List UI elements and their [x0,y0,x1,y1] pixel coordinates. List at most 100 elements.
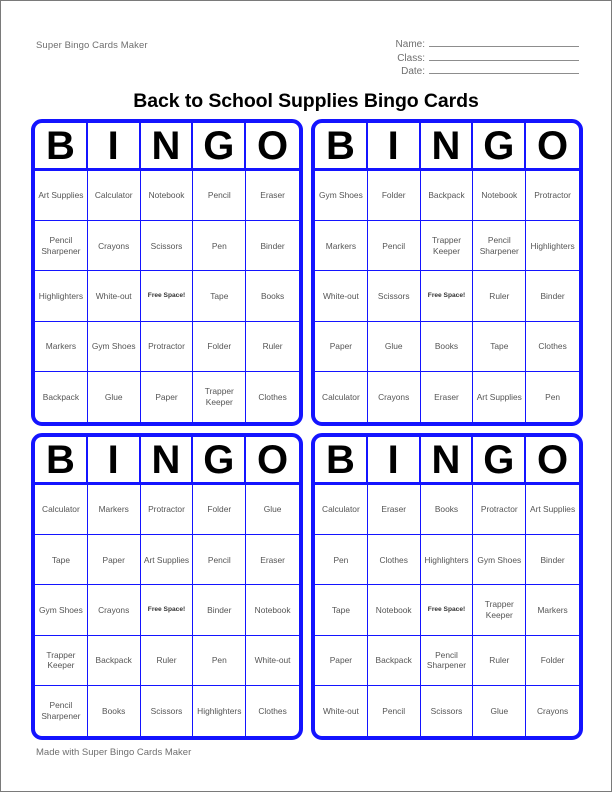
bingo-cell[interactable]: Calculator [35,485,88,536]
bingo-cell[interactable]: Scissors [421,685,474,736]
bingo-cell[interactable]: Backpack [367,635,421,686]
bingo-cell[interactable]: Binder [526,535,579,586]
bingo-free-space-cell[interactable]: Free Space! [140,271,194,322]
bingo-cell[interactable]: White-out [315,685,368,736]
bingo-cell[interactable]: Folder [367,171,421,222]
bingo-cell[interactable]: Glue [367,321,421,372]
bingo-cell[interactable]: Highlighters [35,271,88,322]
bingo-cell[interactable]: Crayons [87,585,141,636]
bingo-cell[interactable]: Pencil Sharpener [35,221,88,272]
bingo-cell[interactable]: Ruler [473,635,527,686]
bingo-cell[interactable]: Eraser [246,535,299,586]
bingo-cell[interactable]: Markers [87,485,141,536]
class-field-input[interactable] [429,51,579,61]
bingo-cell[interactable]: Clothes [246,686,299,736]
date-field-input[interactable] [429,64,579,74]
bingo-cell[interactable]: Glue [246,485,299,536]
bingo-cell[interactable]: Paper [315,321,368,372]
bingo-cell[interactable]: Books [420,485,474,536]
bingo-cell[interactable]: Backpack [35,371,88,422]
bingo-cell[interactable]: Gym Shoes [315,171,368,222]
bingo-cell[interactable]: Ruler [473,271,527,322]
bingo-cell[interactable]: Crayons [87,221,141,272]
bingo-cell[interactable]: Paper [87,535,141,586]
bingo-cell[interactable]: Binder [193,585,247,636]
bingo-cell[interactable]: Trapper Keeper [35,635,88,686]
bingo-cell[interactable]: Scissors [140,221,194,272]
bingo-cell[interactable]: Pencil [193,535,247,586]
bingo-cell[interactable]: Calculator [315,485,368,536]
bingo-cell[interactable]: Art Supplies [35,171,88,222]
bingo-cell[interactable]: Backpack [420,171,474,222]
bingo-cell[interactable]: Ruler [140,635,194,686]
bingo-cell[interactable]: White-out [315,271,368,322]
bingo-cell[interactable]: Protractor [140,485,194,536]
bingo-cell[interactable]: Binder [246,221,299,272]
bingo-cell[interactable]: Markers [35,321,88,372]
bingo-cell[interactable]: Protractor [526,171,579,222]
bingo-cell[interactable]: Tape [193,271,247,322]
bingo-cell[interactable]: Notebook [473,171,527,222]
bingo-cell[interactable]: Pencil [368,685,421,736]
bingo-cell[interactable]: Scissors [367,271,421,322]
bingo-cell[interactable]: Folder [193,485,247,536]
bingo-free-space-cell[interactable]: Free Space! [420,585,474,636]
bingo-cell[interactable]: Pencil [367,221,421,272]
bingo-cell[interactable]: Gym Shoes [35,585,88,636]
bingo-cell[interactable]: Pen [315,535,368,586]
bingo-cell[interactable]: White-out [87,271,141,322]
bingo-cell[interactable]: Folder [526,636,579,686]
bingo-cell[interactable]: Notebook [140,171,194,222]
bingo-cell[interactable]: Trapper Keeper [420,221,474,272]
bingo-cell[interactable]: Markers [526,585,579,636]
bingo-cell[interactable]: Pencil [193,171,247,222]
bingo-cell[interactable]: Pen [193,635,247,686]
bingo-cell[interactable]: Protractor [473,485,527,536]
bingo-cell[interactable]: Paper [141,371,194,422]
bingo-cell[interactable]: Pencil Sharpener [420,635,474,686]
bingo-cell[interactable]: Trapper Keeper [193,371,247,422]
bingo-cell[interactable]: Crayons [368,371,421,422]
bingo-cell[interactable]: Highlighters [526,221,579,272]
bingo-free-space-cell[interactable]: Free Space! [420,271,474,322]
bingo-cell[interactable]: Highlighters [420,535,474,586]
bingo-cell[interactable]: Tape [473,321,527,372]
bingo-cell[interactable]: Pencil Sharpener [473,221,527,272]
bingo-cell[interactable]: Clothes [246,372,299,422]
bingo-cell[interactable]: Calculator [315,371,368,422]
bingo-cell[interactable]: Markers [315,221,368,272]
bingo-cell[interactable]: White-out [246,636,299,686]
bingo-cell[interactable]: Art Supplies [473,371,527,422]
bingo-cell[interactable]: Art Supplies [526,485,579,536]
bingo-cell[interactable]: Folder [193,321,247,372]
bingo-cell[interactable]: Eraser [246,171,299,222]
bingo-cell[interactable]: Notebook [246,585,299,636]
bingo-cell[interactable]: Calculator [87,171,141,222]
bingo-cell[interactable]: Notebook [367,585,421,636]
bingo-cell[interactable]: Crayons [526,686,579,736]
bingo-cell[interactable]: Ruler [246,322,299,372]
bingo-cell[interactable]: Eraser [421,371,474,422]
bingo-cell[interactable]: Highlighters [193,685,247,736]
bingo-cell[interactable]: Clothes [367,535,421,586]
bingo-cell[interactable]: Books [420,321,474,372]
bingo-cell[interactable]: Books [88,685,141,736]
bingo-cell[interactable]: Protractor [140,321,194,372]
bingo-cell[interactable]: Pencil Sharpener [35,685,88,736]
bingo-cell[interactable]: Glue [88,371,141,422]
bingo-cell[interactable]: Backpack [87,635,141,686]
bingo-cell[interactable]: Scissors [141,685,194,736]
bingo-cell[interactable]: Tape [35,535,88,586]
bingo-cell[interactable]: Tape [315,585,368,636]
bingo-cell[interactable]: Trapper Keeper [473,585,527,636]
bingo-cell[interactable]: Art Supplies [140,535,194,586]
bingo-cell[interactable]: Books [246,271,299,322]
bingo-cell[interactable]: Pen [193,221,247,272]
bingo-cell[interactable]: Binder [526,271,579,322]
bingo-cell[interactable]: Pen [526,372,579,422]
bingo-cell[interactable]: Gym Shoes [87,321,141,372]
bingo-free-space-cell[interactable]: Free Space! [140,585,194,636]
name-field-input[interactable] [429,37,579,47]
bingo-cell[interactable]: Eraser [367,485,421,536]
bingo-cell[interactable]: Glue [473,685,527,736]
